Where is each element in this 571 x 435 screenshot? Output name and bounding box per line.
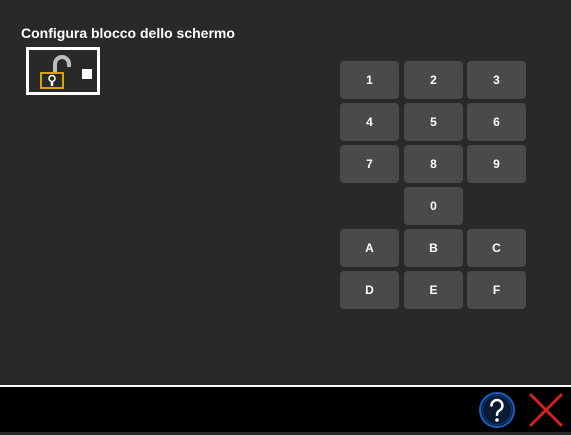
- keypad-key-9[interactable]: 9: [467, 145, 526, 183]
- close-icon: [529, 393, 563, 427]
- page-title: Configura blocco dello schermo: [21, 25, 235, 41]
- keypad-key-f[interactable]: F: [467, 271, 526, 309]
- keypad-key-d[interactable]: D: [340, 271, 399, 309]
- lock-checkbox[interactable]: [82, 69, 92, 79]
- keypad-key-5[interactable]: 5: [404, 103, 463, 141]
- keypad-key-4[interactable]: 4: [340, 103, 399, 141]
- keypad-key-3[interactable]: 3: [467, 61, 526, 99]
- help-button[interactable]: [477, 390, 517, 430]
- keypad-key-6[interactable]: 6: [467, 103, 526, 141]
- keypad-key-e[interactable]: E: [404, 271, 463, 309]
- keypad-key-2[interactable]: 2: [404, 61, 463, 99]
- lock-toggle[interactable]: [26, 47, 100, 95]
- keypad-key-b[interactable]: B: [404, 229, 463, 267]
- keypad-key-a[interactable]: A: [340, 229, 399, 267]
- keypad-key-7[interactable]: 7: [340, 145, 399, 183]
- lock-open-icon: [40, 55, 71, 89]
- keypad-key-c[interactable]: C: [467, 229, 526, 267]
- keypad-key-0[interactable]: 0: [404, 187, 463, 225]
- close-button[interactable]: [526, 390, 566, 430]
- keypad-key-8[interactable]: 8: [404, 145, 463, 183]
- keypad-key-1[interactable]: 1: [340, 61, 399, 99]
- help-icon: [479, 392, 515, 428]
